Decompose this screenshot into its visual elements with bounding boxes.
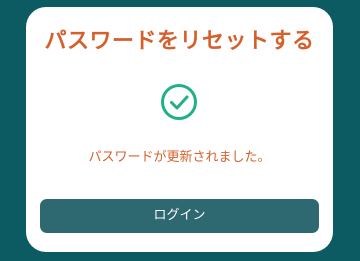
- page-title: パスワードをリセットする: [44, 29, 315, 54]
- login-button[interactable]: ログイン: [40, 199, 319, 233]
- reset-password-card: パスワードをリセットする パスワードが更新されました。 ログイン: [26, 7, 333, 252]
- success-message: パスワードが更新されました。: [88, 150, 271, 165]
- check-circle-icon: [161, 84, 197, 120]
